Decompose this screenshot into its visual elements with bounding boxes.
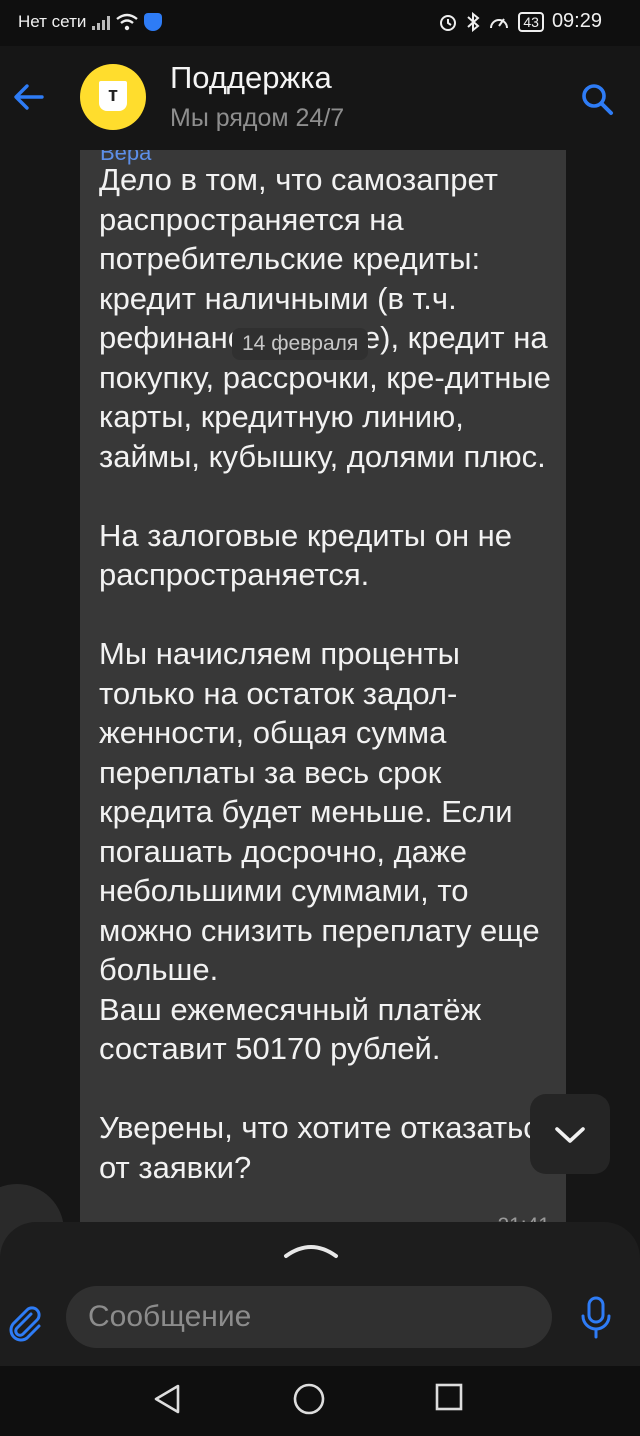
search-icon[interactable] bbox=[580, 82, 614, 116]
battery-icon: 43 bbox=[518, 11, 544, 32]
avatar-letter: т bbox=[108, 84, 118, 106]
brand-shield-icon: т bbox=[99, 81, 127, 111]
message-list[interactable]: Вера Дело в том, что самозапрет распрост… bbox=[0, 150, 640, 1222]
message-time: 21:41 bbox=[497, 1214, 550, 1222]
alarm-icon bbox=[440, 14, 457, 31]
bluetooth-icon bbox=[467, 11, 480, 32]
network-status: Нет сети bbox=[18, 12, 87, 31]
status-right: 43 09:29 bbox=[438, 10, 602, 33]
chevron-down-icon bbox=[555, 1127, 585, 1143]
nav-home-icon[interactable] bbox=[292, 1382, 326, 1416]
date-pill: 14 февраля bbox=[232, 328, 369, 360]
chat-subtitle: Мы рядом 24/7 bbox=[170, 104, 345, 132]
message-input[interactable] bbox=[66, 1286, 552, 1348]
signal-icon bbox=[92, 14, 111, 30]
wifi-icon bbox=[116, 13, 139, 31]
clock: 09:29 bbox=[551, 10, 602, 32]
scroll-down-button[interactable] bbox=[530, 1094, 610, 1174]
microphone-icon[interactable] bbox=[578, 1296, 614, 1340]
message-text: Дело в том, что самозапрет распространяе… bbox=[99, 162, 556, 1185]
nav-back-icon[interactable] bbox=[150, 1382, 184, 1416]
chat-title[interactable]: Поддержка bbox=[170, 60, 332, 96]
nav-recents-icon[interactable] bbox=[434, 1382, 464, 1412]
speed-icon bbox=[490, 17, 509, 28]
back-arrow-icon[interactable] bbox=[12, 80, 46, 114]
status-bar: Нет сети 43 09:29 bbox=[0, 0, 640, 46]
chevron-up-icon[interactable] bbox=[282, 1240, 340, 1260]
shield-icon bbox=[144, 13, 163, 31]
composer bbox=[0, 1222, 640, 1366]
system-nav-bar bbox=[0, 1366, 640, 1436]
avatar[interactable]: т bbox=[80, 64, 146, 130]
status-left: Нет сети bbox=[18, 12, 163, 32]
chat-header: т Поддержка Мы рядом 24/7 bbox=[0, 46, 640, 150]
paperclip-icon[interactable] bbox=[6, 1302, 42, 1342]
message-bubble[interactable]: Вера Дело в том, что самозапрет распрост… bbox=[80, 150, 566, 1222]
